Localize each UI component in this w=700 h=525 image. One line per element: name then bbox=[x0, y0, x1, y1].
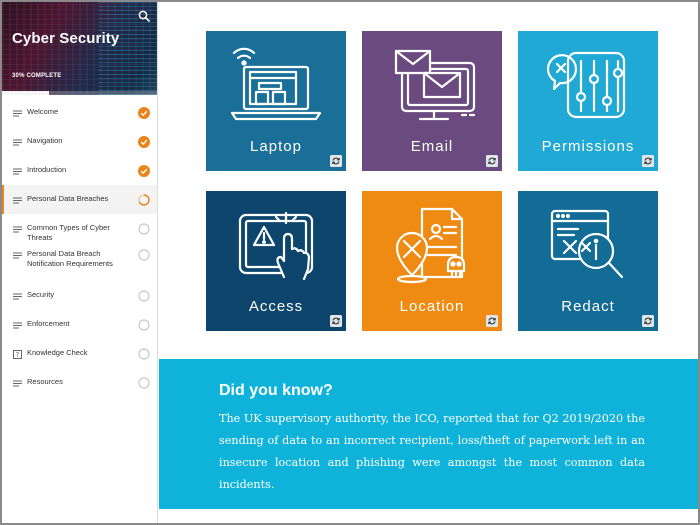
complete-check-icon bbox=[138, 165, 150, 177]
flip-card-location[interactable]: Location bbox=[362, 191, 502, 331]
callout-text: The UK supervisory authority, the ICO, r… bbox=[219, 412, 645, 491]
in-progress-icon bbox=[138, 194, 150, 206]
sidebar-item-label: Introduction bbox=[27, 165, 67, 174]
flip-icon[interactable] bbox=[642, 315, 654, 327]
course-sidebar: Cyber Security 30% COMPLETE Welcome Navi… bbox=[2, 2, 158, 523]
not-started-icon bbox=[138, 249, 150, 261]
location-document-icon bbox=[395, 207, 466, 284]
sidebar-item-enforcement[interactable]: Enforcement bbox=[2, 310, 157, 339]
sidebar-item-label: Welcome bbox=[27, 107, 59, 116]
laptop-wifi-icon bbox=[230, 47, 322, 121]
not-started-icon bbox=[138, 319, 150, 331]
callout-title: Did you know? bbox=[219, 382, 333, 399]
flip-icon[interactable] bbox=[330, 315, 342, 327]
lesson-content: Laptop Email Permissions Access Location… bbox=[159, 2, 698, 523]
sidebar-item-security[interactable]: Security bbox=[2, 281, 157, 310]
course-progress-bar bbox=[2, 91, 157, 95]
text-lines-icon bbox=[13, 139, 22, 146]
lesson-menu: Welcome Navigation Introduction Personal… bbox=[2, 98, 157, 397]
sidebar-item-personal-data-breaches[interactable]: Personal Data Breaches bbox=[2, 185, 157, 214]
question-box-icon: ? bbox=[13, 350, 22, 359]
text-lines-icon bbox=[13, 197, 22, 204]
search-icon[interactable] bbox=[138, 10, 150, 22]
sidebar-item-label: Enforcement bbox=[27, 319, 70, 328]
did-you-know-callout: Did you know? The UK supervisory authori… bbox=[159, 359, 698, 509]
text-lines-icon bbox=[13, 293, 22, 300]
flip-card-access[interactable]: Access bbox=[206, 191, 346, 331]
flip-card-email[interactable]: Email bbox=[362, 31, 502, 171]
flip-icon[interactable] bbox=[330, 155, 342, 167]
tablet-warning-icon bbox=[238, 211, 314, 281]
tile-label: Location bbox=[399, 298, 465, 315]
permissions-sliders-icon bbox=[546, 51, 626, 119]
tile-label: Access bbox=[248, 298, 304, 315]
text-lines-icon bbox=[13, 168, 22, 175]
tile-label: Permissions bbox=[541, 138, 635, 155]
course-progress-text: 30% COMPLETE bbox=[12, 73, 62, 79]
sidebar-item-label: Knowledge Check bbox=[27, 348, 88, 357]
app-frame: Cyber Security 30% COMPLETE Welcome Navi… bbox=[0, 0, 700, 525]
email-monitor-icon bbox=[394, 49, 476, 121]
flip-icon[interactable] bbox=[486, 315, 498, 327]
sidebar-item-common-types-of-cyber-threats[interactable]: Common Types of Cyber Threats bbox=[2, 214, 157, 243]
tile-label: Email bbox=[410, 138, 454, 155]
redact-magnifier-icon bbox=[550, 209, 624, 279]
svg-text:?: ? bbox=[16, 351, 20, 359]
sidebar-item-notification-requirements[interactable]: Personal Data Breach Notification Requir… bbox=[2, 243, 157, 281]
sidebar-item-navigation[interactable]: Navigation bbox=[2, 127, 157, 156]
text-lines-icon bbox=[13, 380, 22, 387]
not-started-icon bbox=[138, 348, 150, 360]
flip-card-permissions[interactable]: Permissions bbox=[518, 31, 658, 171]
tile-label: Redact bbox=[561, 298, 615, 315]
flip-card-redact[interactable]: Redact bbox=[518, 191, 658, 331]
flip-icon[interactable] bbox=[486, 155, 498, 167]
not-started-icon bbox=[138, 223, 150, 235]
sidebar-item-label: Personal Data Breach Notification Requir… bbox=[27, 249, 113, 268]
sidebar-item-label: Resources bbox=[27, 377, 63, 386]
sidebar-item-welcome[interactable]: Welcome bbox=[2, 98, 157, 127]
sidebar-item-label: Security bbox=[27, 290, 55, 299]
complete-check-icon bbox=[138, 136, 150, 148]
sidebar-item-introduction[interactable]: Introduction bbox=[2, 156, 157, 185]
text-lines-icon bbox=[13, 252, 22, 259]
text-lines-icon bbox=[13, 322, 22, 329]
sidebar-item-label: Personal Data Breaches bbox=[27, 194, 109, 203]
sidebar-item-knowledge-check[interactable]: ? Knowledge Check bbox=[2, 339, 157, 368]
sidebar-item-resources[interactable]: Resources bbox=[2, 368, 157, 397]
text-lines-icon bbox=[13, 110, 22, 117]
course-banner: Cyber Security 30% COMPLETE bbox=[2, 2, 157, 95]
not-started-icon bbox=[138, 377, 150, 389]
flip-icon[interactable] bbox=[642, 155, 654, 167]
not-started-icon bbox=[138, 290, 150, 302]
text-lines-icon bbox=[13, 226, 22, 233]
complete-check-icon bbox=[138, 107, 150, 119]
sidebar-item-label: Navigation bbox=[27, 136, 63, 145]
tile-label: Laptop bbox=[250, 138, 302, 155]
flip-card-laptop[interactable]: Laptop bbox=[206, 31, 346, 171]
sidebar-item-label: Common Types of Cyber Threats bbox=[27, 223, 110, 242]
course-progress-fill bbox=[2, 91, 49, 95]
course-title: Cyber Security bbox=[12, 30, 120, 47]
